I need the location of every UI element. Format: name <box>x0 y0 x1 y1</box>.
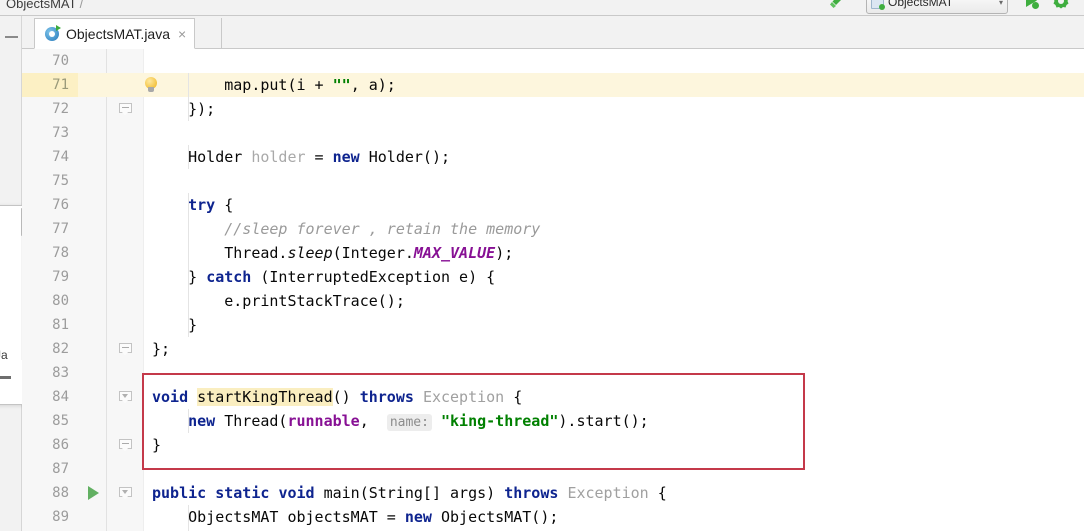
code-line[interactable]: 83 <box>22 361 1084 385</box>
editor-tab-objectsmat-java[interactable]: ObjectsMAT.java × <box>34 18 196 49</box>
code-line[interactable]: 84 void startKingThread() throws Exceptio… <box>22 385 1084 409</box>
line-number[interactable]: 83 <box>22 361 78 385</box>
breadcrumb[interactable]: ObjectsMAT / <box>6 0 86 11</box>
popup-path-text: es\Ja <box>0 348 8 362</box>
code-line[interactable]: 77 //sleep forever , retain the memory <box>22 217 1084 241</box>
code-line[interactable]: 81 } <box>22 313 1084 337</box>
code-line[interactable]: 73 <box>22 121 1084 145</box>
indent-guide <box>188 217 189 241</box>
breadcrumb-separator: / <box>79 0 84 11</box>
chevron-down-icon: ▾ <box>998 0 1003 7</box>
breadcrumb-project: ObjectsMAT <box>6 0 77 11</box>
code-text[interactable]: new Thread(runnable, name: "king-thread"… <box>152 409 649 433</box>
code-line[interactable]: 87 <box>22 457 1084 481</box>
code-line[interactable]: 70 <box>22 49 1084 73</box>
indent-guide <box>188 241 189 265</box>
line-number[interactable]: 87 <box>22 457 78 481</box>
code-text[interactable]: } catch (InterruptedException e) { <box>152 265 495 289</box>
close-icon[interactable]: × <box>178 27 186 41</box>
line-number[interactable]: 79 <box>22 265 78 289</box>
code-line[interactable]: 85 new Thread(runnable, name: "king-thre… <box>22 409 1084 433</box>
code-editor[interactable]: 70 71 map.put(i + "", a); 72 }); 73 74 Holde… <box>22 49 1084 531</box>
code-text[interactable]: //sleep forever , retain the memory <box>152 217 540 241</box>
code-text[interactable]: } <box>152 433 161 457</box>
tab-bar-empty-area <box>221 18 1084 49</box>
indent-guide <box>188 505 189 529</box>
code-text[interactable]: }; <box>152 337 170 361</box>
indent-guide <box>188 265 189 289</box>
code-line[interactable]: 76 try { <box>22 193 1084 217</box>
line-number[interactable]: 89 <box>22 505 78 529</box>
line-number[interactable]: 75 <box>22 169 78 193</box>
code-line[interactable]: 75 <box>22 169 1084 193</box>
line-number[interactable]: 82 <box>22 337 78 361</box>
ide-window: ObjectsMAT / ObjectsMAT ▾ a ObjectsMAT.j… <box>0 0 1084 531</box>
line-number[interactable]: 72 <box>22 97 78 121</box>
line-number[interactable]: 84 <box>22 385 78 409</box>
line-number[interactable]: 88 <box>22 481 78 505</box>
code-text[interactable]: public static void main(String[] args) t… <box>152 481 667 505</box>
line-number[interactable]: 81 <box>22 313 78 337</box>
line-number[interactable]: 85 <box>22 409 78 433</box>
gear-icon[interactable] <box>1052 0 1070 10</box>
editor-tab-bar: ObjectsMAT.java × <box>22 16 1084 49</box>
code-text[interactable]: ObjectsMAT objectsMAT = new ObjectsMAT()… <box>152 505 558 529</box>
line-number[interactable]: 76 <box>22 193 78 217</box>
tab-title: ObjectsMAT.java <box>66 25 170 42</box>
code-line-list: 70 71 map.put(i + "", a); 72 }); 73 74 Holde… <box>22 49 1084 531</box>
indent-guide <box>188 73 189 97</box>
fold-collapse-icon[interactable] <box>114 337 136 361</box>
indent-guide <box>188 289 189 313</box>
popup-divider <box>0 376 11 379</box>
code-line[interactable]: 80 e.printStackTrace(); <box>22 289 1084 313</box>
code-line[interactable]: 71 map.put(i + "", a); <box>22 73 1084 97</box>
minimize-button[interactable] <box>4 30 19 44</box>
line-number[interactable]: 70 <box>22 49 78 73</box>
line-number[interactable]: 73 <box>22 121 78 145</box>
fold-expand-icon[interactable] <box>114 385 136 409</box>
indent-guide <box>188 145 189 169</box>
run-gutter-icon[interactable] <box>82 481 104 505</box>
line-number[interactable]: 74 <box>22 145 78 169</box>
line-number[interactable]: 77 <box>22 217 78 241</box>
fold-expand-icon[interactable] <box>114 481 136 505</box>
line-number[interactable]: 71 <box>22 73 78 97</box>
run-icon[interactable] <box>1022 0 1040 10</box>
indent-guide <box>188 409 189 433</box>
line-number[interactable]: 86 <box>22 433 78 457</box>
top-toolbar-strip: ObjectsMAT / ObjectsMAT ▾ <box>0 0 1084 16</box>
code-text[interactable]: } <box>152 313 197 337</box>
run-config-label: ObjectsMAT <box>888 0 954 9</box>
indent-guide <box>188 313 189 337</box>
wrench-icon[interactable] <box>828 0 846 10</box>
code-text[interactable]: e.printStackTrace(); <box>152 289 405 313</box>
java-class-runnable-icon <box>45 25 61 41</box>
code-line[interactable]: 82}; <box>22 337 1084 361</box>
code-text[interactable]: Thread.sleep(Integer.MAX_VALUE); <box>152 241 513 265</box>
code-line[interactable]: 79 } catch (InterruptedException e) { <box>22 265 1084 289</box>
fold-collapse-icon[interactable] <box>114 433 136 457</box>
run-configuration-selector[interactable]: ObjectsMAT ▾ <box>866 0 1008 14</box>
code-line[interactable]: 86} <box>22 433 1084 457</box>
indent-guide <box>188 193 189 217</box>
fold-collapse-icon[interactable] <box>114 97 136 121</box>
code-text[interactable]: }); <box>152 97 215 121</box>
code-line[interactable]: 72 }); <box>22 97 1084 121</box>
code-line[interactable]: 74 Holder holder = new Holder(); <box>22 145 1084 169</box>
indent-guide <box>188 97 189 121</box>
run-config-icon <box>871 0 885 10</box>
line-number[interactable]: 78 <box>22 241 78 265</box>
code-text[interactable]: void startKingThread() throws Exception … <box>152 385 522 409</box>
code-text[interactable]: try { <box>152 193 233 217</box>
code-text[interactable]: Holder holder = new Holder(); <box>152 145 450 169</box>
code-line[interactable]: 88 public static void main(String[] args)… <box>22 481 1084 505</box>
line-number[interactable]: 80 <box>22 289 78 313</box>
code-line[interactable]: 78 Thread.sleep(Integer.MAX_VALUE); <box>22 241 1084 265</box>
code-line[interactable]: 89 ObjectsMAT objectsMAT = new ObjectsMA… <box>22 505 1084 529</box>
